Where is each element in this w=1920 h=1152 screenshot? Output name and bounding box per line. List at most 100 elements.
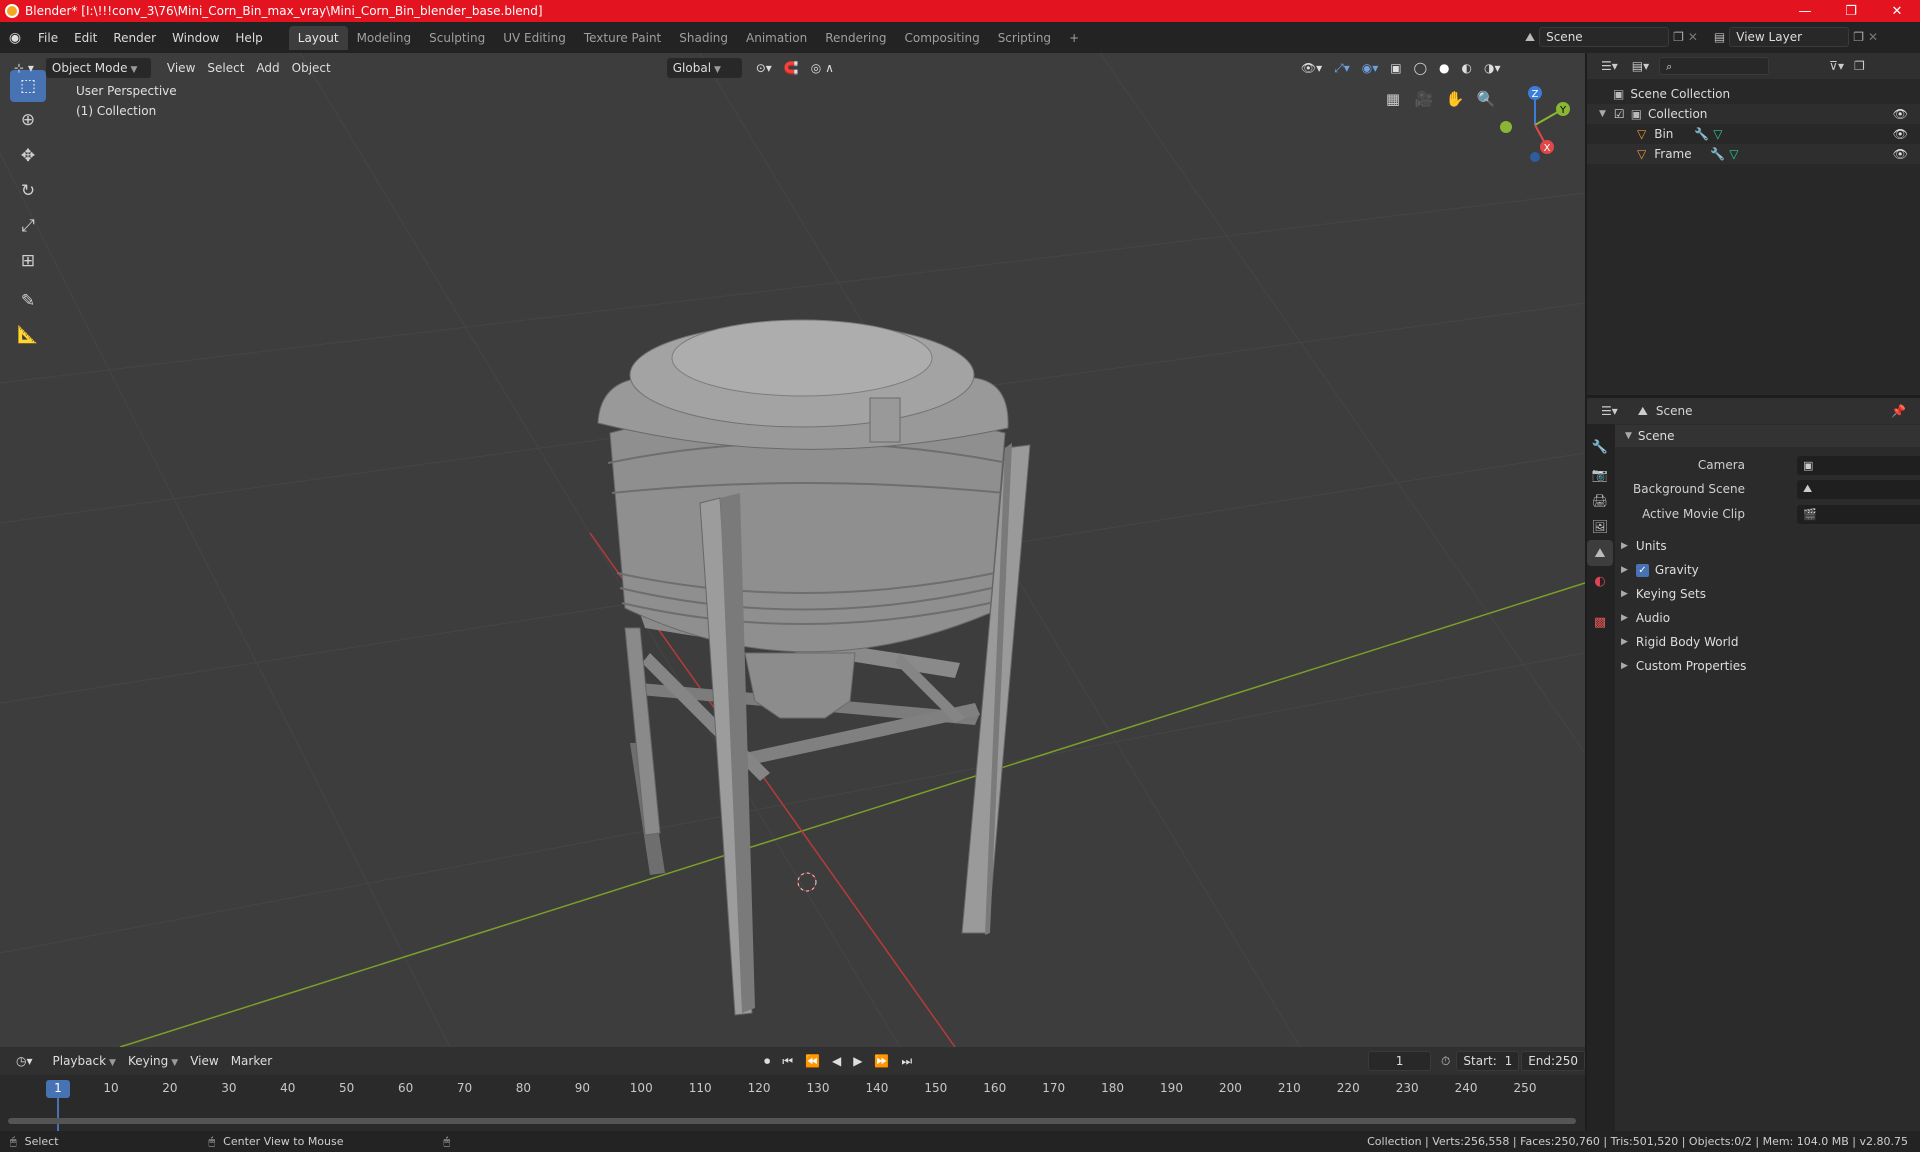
- view-layer-icon[interactable]: ▤: [1714, 30, 1725, 44]
- menu-playback[interactable]: Playback ▼: [47, 1051, 122, 1071]
- current-frame-field[interactable]: 1: [1368, 1051, 1432, 1071]
- units-section[interactable]: ▶ Units: [1621, 535, 1911, 557]
- tab-modeling[interactable]: Modeling: [348, 26, 421, 50]
- outliner-row-frame[interactable]: ▽ Frame 🔧 ▽ 👁: [1587, 144, 1920, 164]
- eye-icon[interactable]: 👁: [1893, 127, 1908, 141]
- pin-icon[interactable]: 📌: [1891, 404, 1906, 418]
- menu-keying[interactable]: Keying ▼: [122, 1051, 184, 1071]
- start-frame-field[interactable]: Start: 1: [1456, 1051, 1520, 1071]
- menu-object[interactable]: Object: [286, 58, 337, 78]
- scene-tab-icon[interactable]: ⛰: [1587, 540, 1613, 566]
- outliner-search-input[interactable]: ⌕: [1659, 57, 1770, 75]
- menu-window[interactable]: Window: [164, 27, 227, 49]
- properties-editor-icon[interactable]: ☰▾: [1601, 404, 1618, 418]
- rendered-shading-icon[interactable]: ◑▾: [1478, 58, 1507, 78]
- texture-tab-icon[interactable]: ▩: [1587, 609, 1613, 635]
- transform-tool[interactable]: ⊞: [10, 245, 46, 277]
- move-tool[interactable]: ✥: [10, 140, 46, 172]
- new-view-layer-icon[interactable]: ❐: [1853, 30, 1864, 44]
- play-reverse-button[interactable]: ◀: [826, 1051, 847, 1071]
- expand-arrow-icon[interactable]: ▼: [1599, 109, 1606, 119]
- rotate-tool[interactable]: ↻: [10, 175, 46, 207]
- menu-marker[interactable]: Marker: [225, 1051, 278, 1071]
- outliner-row-collection[interactable]: ▼ ☑ ▣ Collection 👁: [1587, 104, 1920, 124]
- snap-icon[interactable]: 🧲: [778, 58, 805, 78]
- render-tab-icon[interactable]: 📷: [1587, 462, 1613, 488]
- checkbox-icon[interactable]: ☑: [1614, 107, 1625, 121]
- rigid-body-world-section[interactable]: ▶ Rigid Body World: [1621, 631, 1911, 653]
- pivot-point-icon[interactable]: ⊙▾: [750, 58, 778, 78]
- jump-start-button[interactable]: ⏮: [776, 1051, 799, 1071]
- view-layer-field[interactable]: View Layer: [1729, 27, 1850, 47]
- jump-keyframe-forward-button[interactable]: ⏩: [868, 1051, 895, 1071]
- remove-scene-icon[interactable]: ✕: [1688, 30, 1698, 44]
- menu-timeline-view[interactable]: View: [184, 1051, 224, 1071]
- remove-view-layer-icon[interactable]: ✕: [1868, 30, 1878, 44]
- record-button[interactable]: ⏺: [758, 1051, 776, 1071]
- tab-scripting[interactable]: Scripting: [989, 26, 1060, 50]
- jump-end-button[interactable]: ⏭: [895, 1051, 918, 1071]
- menu-edit[interactable]: Edit: [66, 27, 105, 49]
- tool-tab-icon[interactable]: 🔧: [1587, 434, 1613, 460]
- measure-tool[interactable]: 📐: [10, 319, 46, 351]
- camera-view-icon[interactable]: 🎥: [1410, 85, 1438, 113]
- tab-compositing[interactable]: Compositing: [895, 26, 988, 50]
- tab-shading[interactable]: Shading: [670, 26, 737, 50]
- proportional-edit-icon[interactable]: ◎ ∧: [805, 58, 840, 78]
- menu-view[interactable]: View: [161, 58, 201, 78]
- tab-uv-editing[interactable]: UV Editing: [494, 26, 575, 50]
- output-tab-icon[interactable]: 🖨: [1587, 488, 1613, 514]
- timeline-editor-icon[interactable]: ◷▾: [10, 1051, 39, 1071]
- frame-ruler[interactable]: 1 10 20 30 40 50 60 70 80 90 100 110 120 130 140 150 160…: [0, 1075, 1585, 1131]
- end-frame-field[interactable]: End: 250: [1521, 1051, 1585, 1071]
- eye-icon[interactable]: 👁: [1893, 107, 1908, 121]
- scene-panel-header[interactable]: ▼ Scene: [1615, 425, 1920, 447]
- outliner-row-scene-collection[interactable]: ▣ Scene Collection: [1587, 84, 1920, 104]
- menu-add[interactable]: Add: [250, 58, 285, 78]
- eye-icon[interactable]: 👁: [1893, 147, 1908, 161]
- camera-field[interactable]: ▣: [1797, 455, 1920, 475]
- maximize-button[interactable]: ❐: [1828, 0, 1874, 22]
- close-button[interactable]: ✕: [1874, 0, 1920, 22]
- 3d-viewport[interactable]: User Perspective (1) Collection ⬚ ⊕ ✥ ↻ …: [0, 53, 1585, 1047]
- menu-render[interactable]: Render: [105, 27, 164, 49]
- scene-selector-icon[interactable]: ⛰: [1525, 30, 1535, 45]
- gravity-checkbox[interactable]: ✓: [1635, 563, 1649, 577]
- outliner-editor-icon[interactable]: ☰▾: [1601, 59, 1618, 73]
- menu-select[interactable]: Select: [201, 58, 250, 78]
- visibility-icon[interactable]: 👁▾: [1295, 58, 1328, 78]
- gizmo-toggle-icon[interactable]: ⤢▾: [1328, 58, 1356, 78]
- timeline-scrollbar[interactable]: [8, 1118, 1576, 1124]
- scene-field[interactable]: Scene: [1539, 27, 1670, 47]
- menu-help[interactable]: Help: [227, 27, 270, 49]
- stopwatch-icon[interactable]: ⏱: [1441, 1054, 1450, 1069]
- outliner-row-bin[interactable]: ▽ Bin 🔧 ▽ 👁: [1587, 124, 1920, 144]
- editor-type-icon[interactable]: ⊹ ▾: [8, 58, 40, 78]
- play-button[interactable]: ▶: [847, 1051, 868, 1071]
- filter-icon[interactable]: ⊽▾: [1829, 59, 1844, 73]
- jump-keyframe-back-button[interactable]: ⏪: [799, 1051, 826, 1071]
- add-workspace-button[interactable]: +: [1060, 26, 1088, 50]
- tab-animation[interactable]: Animation: [737, 26, 816, 50]
- tab-sculpting[interactable]: Sculpting: [420, 26, 494, 50]
- blender-menu-icon[interactable]: ◉: [0, 30, 30, 46]
- menu-file[interactable]: File: [30, 27, 66, 49]
- timeline-editor[interactable]: ◷▾ Playback ▼ Keying ▼ View Marker ⏺ ⏮ ⏪ ◀…: [0, 1047, 1585, 1131]
- world-tab-icon[interactable]: ◐: [1587, 568, 1613, 594]
- display-mode-icon[interactable]: ▤▾: [1632, 59, 1649, 73]
- wireframe-shading-icon[interactable]: ◯: [1408, 58, 1433, 78]
- tab-rendering[interactable]: Rendering: [816, 26, 895, 50]
- cursor-tool[interactable]: ⊕: [10, 104, 46, 136]
- minimize-button[interactable]: —: [1782, 0, 1828, 22]
- material-shading-icon[interactable]: ◐: [1456, 58, 1478, 78]
- background-scene-field[interactable]: ⛰: [1797, 479, 1920, 499]
- new-collection-icon[interactable]: ❐: [1854, 59, 1865, 73]
- corn-bin-model[interactable]: [597, 319, 1031, 1016]
- custom-properties-section[interactable]: ▶ Custom Properties: [1621, 655, 1911, 677]
- navigation-gizmo[interactable]: Z Y X: [1495, 85, 1575, 165]
- scale-tool[interactable]: ⤢: [10, 210, 46, 242]
- pan-view-icon[interactable]: ✋: [1441, 85, 1469, 113]
- view-layer-tab-icon[interactable]: 🖼: [1587, 514, 1613, 540]
- toggle-grid-icon[interactable]: ▦: [1379, 85, 1407, 113]
- annotate-tool[interactable]: ✎: [10, 285, 46, 317]
